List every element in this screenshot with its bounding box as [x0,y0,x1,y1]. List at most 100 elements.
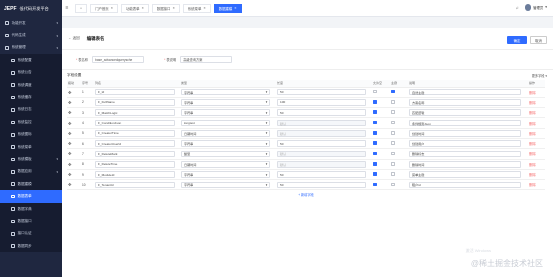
primary-key-checkbox[interactable] [391,110,395,115]
bell-icon[interactable]: ♫ [516,5,519,10]
sidebar-item[interactable]: 数据字典 [0,202,62,216]
primary-key-checkbox[interactable] [391,182,395,187]
close-icon[interactable]: ✕ [172,6,174,10]
nullable-checkbox[interactable] [373,141,377,145]
column-length-input[interactable]: 50 [277,88,367,96]
column-name-input[interactable]: F_DeleteTime [95,160,175,168]
column-name-input[interactable]: F_MatchLogic [95,109,175,117]
tab-item[interactable]: 系统菜单 ✕ [182,3,211,13]
delete-row-button[interactable]: 删除 [529,91,536,95]
drag-handle-icon[interactable]: ✥ [68,90,72,95]
nullable-checkbox[interactable] [373,89,377,94]
sidebar-item[interactable]: 系统菜单 [0,140,62,154]
column-length-input[interactable]: 50 [277,109,367,117]
sidebar-item[interactable]: 系统缓存 [0,91,62,104]
nullable-checkbox[interactable] [373,182,377,187]
column-desc-input[interactable]: 菜单主键 [409,171,521,178]
nullable-checkbox[interactable] [373,120,377,125]
column-type-select[interactable]: 字符串 ▾ [181,181,271,189]
drag-handle-icon[interactable]: ✥ [68,131,72,136]
sidebar-item[interactable]: 数据接口 [0,215,62,228]
table-desc-input[interactable]: 高级查询方案 [180,56,233,63]
nullable-checkbox[interactable] [373,131,377,135]
column-desc-input[interactable]: 删除标志 [409,150,521,158]
column-desc-input[interactable]: 创建用户 [409,140,521,147]
close-icon[interactable]: ✕ [203,6,205,10]
tab-item[interactable]: 数据建模 ✕ [213,3,242,13]
primary-key-checkbox[interactable] [391,161,395,166]
cancel-button[interactable]: 取消 [530,36,547,44]
sidebar-item[interactable]: 系统公告 [0,66,62,79]
column-name-input[interactable]: F_ConditionJson [95,119,175,127]
column-desc-input[interactable]: 条件规则Json [409,119,521,127]
nullable-checkbox[interactable] [373,151,377,156]
more-fields-dropdown[interactable]: 更多字段 ▾ [532,73,547,78]
home-tab-icon[interactable]: ⌂ [75,3,88,13]
column-desc-input[interactable]: 删除时间 [409,160,521,168]
primary-key-checkbox[interactable] [391,120,395,125]
delete-row-button[interactable]: 删除 [529,122,536,126]
sidebar-item[interactable]: 数据建模 [0,178,62,191]
sidebar-item[interactable]: 代码生成 ▾ [0,29,62,41]
column-desc-input[interactable]: 匹配逻辑 [409,109,521,117]
column-name-input[interactable]: F_ModuleId [95,171,175,178]
primary-key-checkbox[interactable] [391,172,395,176]
column-type-select[interactable]: 字符串 ▾ [181,171,271,178]
primary-key-checkbox[interactable] [391,141,395,145]
primary-key-checkbox[interactable] [391,100,395,104]
tab-item[interactable]: 数据接口 ✕ [151,3,180,13]
column-type-select[interactable]: 字符串 ▾ [181,88,271,96]
column-type-select[interactable]: 日期时间 ▾ [181,160,271,168]
column-desc-input[interactable]: 租户id [409,181,521,189]
column-name-input[interactable]: F_CreatorTime [95,130,175,137]
column-type-select[interactable]: 字符串 ▾ [181,140,271,147]
column-desc-input[interactable]: 自然主键 [409,88,521,96]
delete-row-button[interactable]: 删除 [529,142,536,146]
sidebar-item[interactable]: 系统模板 ▾ [0,153,62,166]
sidebar-item[interactable]: 系统日志 [0,103,62,117]
menu-toggle-icon[interactable]: ≡ [62,5,72,11]
confirm-button[interactable]: 确定 [507,36,527,44]
table-name-input[interactable]: base_advancedquerysche [92,56,145,63]
nullable-checkbox[interactable] [373,110,377,115]
column-length-input[interactable]: 100 [277,99,367,106]
sidebar-item[interactable]: 系统监控 [0,116,62,129]
delete-row-button[interactable]: 删除 [529,163,536,167]
nullable-checkbox[interactable] [373,161,377,166]
primary-key-checkbox[interactable] [391,151,395,156]
primary-key-checkbox[interactable] [391,131,395,135]
column-type-select[interactable]: 字符串 ▾ [181,99,271,106]
column-desc-input[interactable]: 创建时间 [409,130,521,137]
nullable-checkbox[interactable] [373,100,377,104]
drag-handle-icon[interactable]: ✥ [68,162,72,167]
drag-handle-icon[interactable]: ✥ [68,100,72,105]
column-desc-input[interactable]: 方案名称 [409,99,521,106]
sidebar-item[interactable]: 系统配置 [0,54,62,67]
tab-item[interactable]: 功能表单 ✕ [120,3,149,13]
add-field-button[interactable]: + 新增字段 [67,190,545,200]
primary-key-checkbox[interactable] [391,89,395,94]
nullable-checkbox[interactable] [373,172,377,176]
delete-row-button[interactable]: 删除 [529,152,536,156]
close-icon[interactable]: ✕ [111,6,113,10]
drag-handle-icon[interactable]: ✥ [68,182,72,187]
close-icon[interactable]: ✕ [142,6,144,10]
sidebar-item[interactable]: 系统图标 [0,128,62,141]
column-name-input[interactable]: F_FullName [95,99,175,106]
tab-item[interactable]: 门户首页 ✕ [90,3,118,13]
delete-row-button[interactable]: 删除 [529,132,536,136]
column-name-input[interactable]: F_TenantId [95,181,175,189]
delete-row-button[interactable]: 删除 [529,101,536,105]
drag-handle-icon[interactable]: ✥ [68,121,72,126]
drag-handle-icon[interactable]: ✥ [68,141,72,146]
column-type-select[interactable]: 字符串 ▾ [181,109,271,117]
column-length-input[interactable]: 50 [277,140,367,147]
column-type-select[interactable]: 整型 ▾ [181,150,271,158]
column-length-input[interactable]: 50 [277,171,367,178]
column-name-input[interactable]: F_Id [95,88,175,96]
drag-handle-icon[interactable]: ✥ [68,110,72,115]
back-button[interactable]: ← 返回 [68,36,80,41]
column-name-input[interactable]: F_DeleteMark [95,150,175,158]
sidebar-item[interactable]: 数据应用 ▾ [0,165,62,179]
column-type-select[interactable]: longtext ▾ [181,119,271,127]
